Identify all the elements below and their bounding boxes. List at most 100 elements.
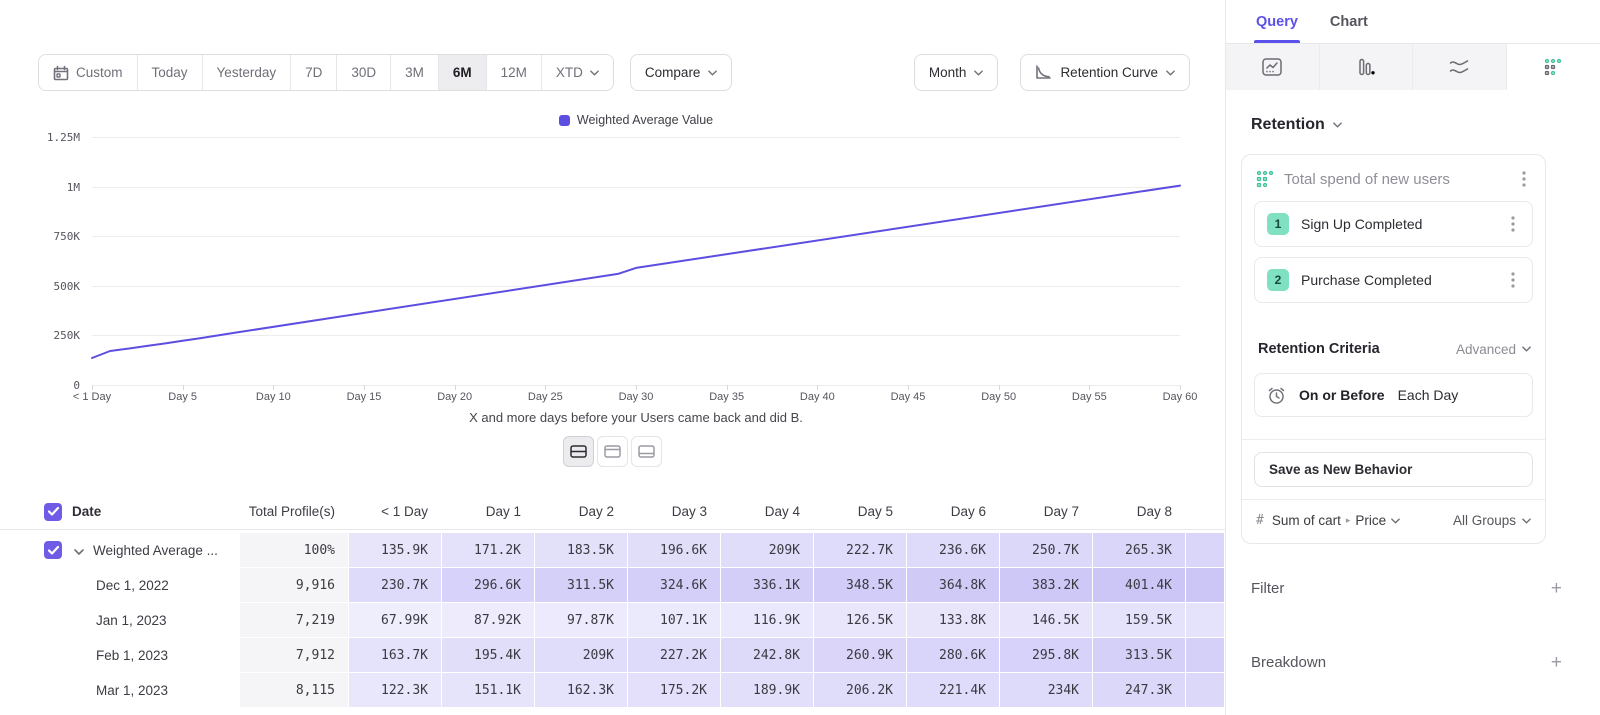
split-view-icon bbox=[570, 445, 587, 458]
range-30d[interactable]: 30D bbox=[337, 55, 391, 90]
range-xtd[interactable]: XTD bbox=[542, 55, 613, 90]
x-axis-tick-label: Day 5 bbox=[148, 391, 218, 403]
row-checkbox[interactable] bbox=[44, 541, 62, 559]
retention-value-cell: 209K bbox=[721, 533, 813, 567]
behavior-card: Total spend of new users 1Sign Up Comple… bbox=[1241, 154, 1546, 544]
range-6m[interactable]: 6M bbox=[439, 55, 487, 90]
advanced-dropdown[interactable]: Advanced bbox=[1456, 342, 1531, 357]
x-axis-tick bbox=[455, 385, 456, 390]
x-axis-tick-label: < 1 Day bbox=[57, 391, 127, 403]
y-axis-tick-label: 250K bbox=[34, 329, 80, 342]
retention-value-cell: 67.99K bbox=[349, 603, 441, 637]
x-axis-tick-label: Day 10 bbox=[238, 391, 308, 403]
save-as-new-behavior-button[interactable]: Save as New Behavior bbox=[1254, 452, 1533, 487]
total-profiles-cell: 100% bbox=[240, 533, 348, 567]
retention-condition[interactable]: On or Before Each Day bbox=[1254, 373, 1533, 417]
gridline bbox=[92, 236, 1180, 237]
query-panel: Query Chart bbox=[1225, 0, 1600, 715]
table-row[interactable]: Jan 1, 20237,21967.99K87.92K97.87K107.1K… bbox=[0, 603, 1225, 637]
row-label: Dec 1, 2022 bbox=[96, 578, 169, 593]
groups-label: All Groups bbox=[1453, 513, 1516, 528]
range-7d[interactable]: 7D bbox=[291, 55, 337, 90]
retention-section-header[interactable]: Retention bbox=[1251, 116, 1600, 134]
chevron-down-icon bbox=[590, 70, 599, 76]
x-axis-tick bbox=[183, 385, 184, 390]
retention-value-cell: 196.6K bbox=[628, 533, 720, 567]
toggle-chart-only[interactable] bbox=[597, 436, 628, 467]
range-3m[interactable]: 3M bbox=[391, 55, 439, 90]
tab-flows[interactable] bbox=[1413, 44, 1507, 90]
retention-value-cell: 311.5K bbox=[535, 568, 627, 602]
tab-chart[interactable]: Chart bbox=[1330, 0, 1368, 43]
gridline bbox=[92, 286, 1180, 287]
toggle-table-only[interactable] bbox=[631, 436, 662, 467]
column-header: Day 8 bbox=[1093, 494, 1185, 529]
retention-curve-icon bbox=[1035, 65, 1052, 80]
row-expand-chevron-icon[interactable] bbox=[74, 543, 84, 558]
date-range-group: CustomTodayYesterday7D30D3M6M12MXTD bbox=[38, 54, 614, 91]
total-profiles-cell: 8,115 bbox=[240, 673, 348, 707]
column-header: Day 6 bbox=[907, 494, 999, 529]
range-yesterday[interactable]: Yesterday bbox=[203, 55, 292, 90]
retention-section-label: Retention bbox=[1251, 116, 1325, 134]
retention-value-cell-clipped bbox=[1186, 603, 1224, 637]
range-custom[interactable]: Custom bbox=[39, 55, 138, 90]
table-row[interactable]: Dec 1, 20229,916230.7K296.6K311.5K324.6K… bbox=[0, 568, 1225, 602]
table-row[interactable]: Weighted Average ...100%135.9K171.2K183.… bbox=[0, 533, 1225, 567]
section-label: Filter bbox=[1251, 580, 1284, 597]
numeric-property-icon: # bbox=[1256, 513, 1264, 528]
groups-dropdown[interactable]: All Groups bbox=[1453, 513, 1531, 528]
tab-query[interactable]: Query bbox=[1256, 0, 1298, 43]
behavior-step-1[interactable]: 1Sign Up Completed bbox=[1254, 201, 1533, 247]
y-axis-tick-label: 500K bbox=[34, 280, 80, 293]
row-checkbox[interactable] bbox=[44, 503, 62, 521]
calendar-icon bbox=[53, 65, 69, 81]
measure-sub-label: Price bbox=[1355, 513, 1386, 528]
y-axis-tick-label: 1M bbox=[34, 181, 80, 194]
retention-value-cell: 159.5K bbox=[1093, 603, 1185, 637]
add-breakdown-button[interactable]: + bbox=[1551, 653, 1562, 672]
gridline bbox=[92, 187, 1180, 188]
chart-type-button[interactable]: Retention Curve bbox=[1020, 54, 1190, 91]
condition-period: Each Day bbox=[1398, 387, 1459, 403]
tab-insights[interactable] bbox=[1226, 44, 1320, 90]
compare-button[interactable]: Compare bbox=[630, 54, 733, 91]
add-filter-button[interactable]: + bbox=[1551, 579, 1562, 598]
insights-icon bbox=[1262, 58, 1282, 76]
chevron-down-icon bbox=[1522, 346, 1531, 352]
retention-value-cell: 227.2K bbox=[628, 638, 720, 672]
total-profiles-cell: 7,219 bbox=[240, 603, 348, 637]
retention-value-cell: 175.2K bbox=[628, 673, 720, 707]
table-row[interactable]: Feb 1, 20237,912163.7K195.4K209K227.2K24… bbox=[0, 638, 1225, 672]
row-label: Jan 1, 2023 bbox=[96, 613, 167, 628]
x-axis-tick-label: Day 25 bbox=[510, 391, 580, 403]
kebab-menu-icon[interactable] bbox=[1515, 170, 1533, 188]
retention-value-cell: 401.4K bbox=[1093, 568, 1185, 602]
retention-criteria-label: Retention Criteria bbox=[1258, 341, 1380, 357]
row-label: Mar 1, 2023 bbox=[96, 683, 168, 698]
retention-value-cell: 236.6K bbox=[907, 533, 999, 567]
retention-criteria-row: Retention Criteria Advanced bbox=[1258, 341, 1531, 357]
toggle-split-view[interactable] bbox=[563, 436, 594, 467]
panel-sections: Filter+Breakdown+ bbox=[1226, 570, 1600, 680]
tab-retention[interactable] bbox=[1507, 44, 1600, 90]
granularity-button[interactable]: Month bbox=[914, 54, 999, 91]
retention-value-cell: 242.8K bbox=[721, 638, 813, 672]
range-today[interactable]: Today bbox=[138, 55, 203, 90]
column-header: Day 7 bbox=[1000, 494, 1092, 529]
app-root: CustomTodayYesterday7D30D3M6M12MXTD Comp… bbox=[0, 0, 1600, 715]
tab-funnels[interactable] bbox=[1320, 44, 1414, 90]
table-row[interactable]: Mar 1, 20238,115122.3K151.1K162.3K175.2K… bbox=[0, 673, 1225, 707]
measure-property-dropdown[interactable]: Sum of cart ▸ Price bbox=[1272, 513, 1400, 528]
table-only-icon bbox=[638, 445, 655, 458]
row-label: Weighted Average ... bbox=[93, 543, 218, 558]
column-header: Day 4 bbox=[721, 494, 813, 529]
retention-value-cell: 247.3K bbox=[1093, 673, 1185, 707]
range-12m[interactable]: 12M bbox=[487, 55, 542, 90]
kebab-menu-icon[interactable] bbox=[1504, 271, 1522, 289]
measure-label: Sum of cart bbox=[1272, 513, 1341, 528]
x-axis-tick-label: Day 30 bbox=[601, 391, 671, 403]
kebab-menu-icon[interactable] bbox=[1504, 215, 1522, 233]
retention-value-cell: 234K bbox=[1000, 673, 1092, 707]
behavior-step-2[interactable]: 2Purchase Completed bbox=[1254, 257, 1533, 303]
